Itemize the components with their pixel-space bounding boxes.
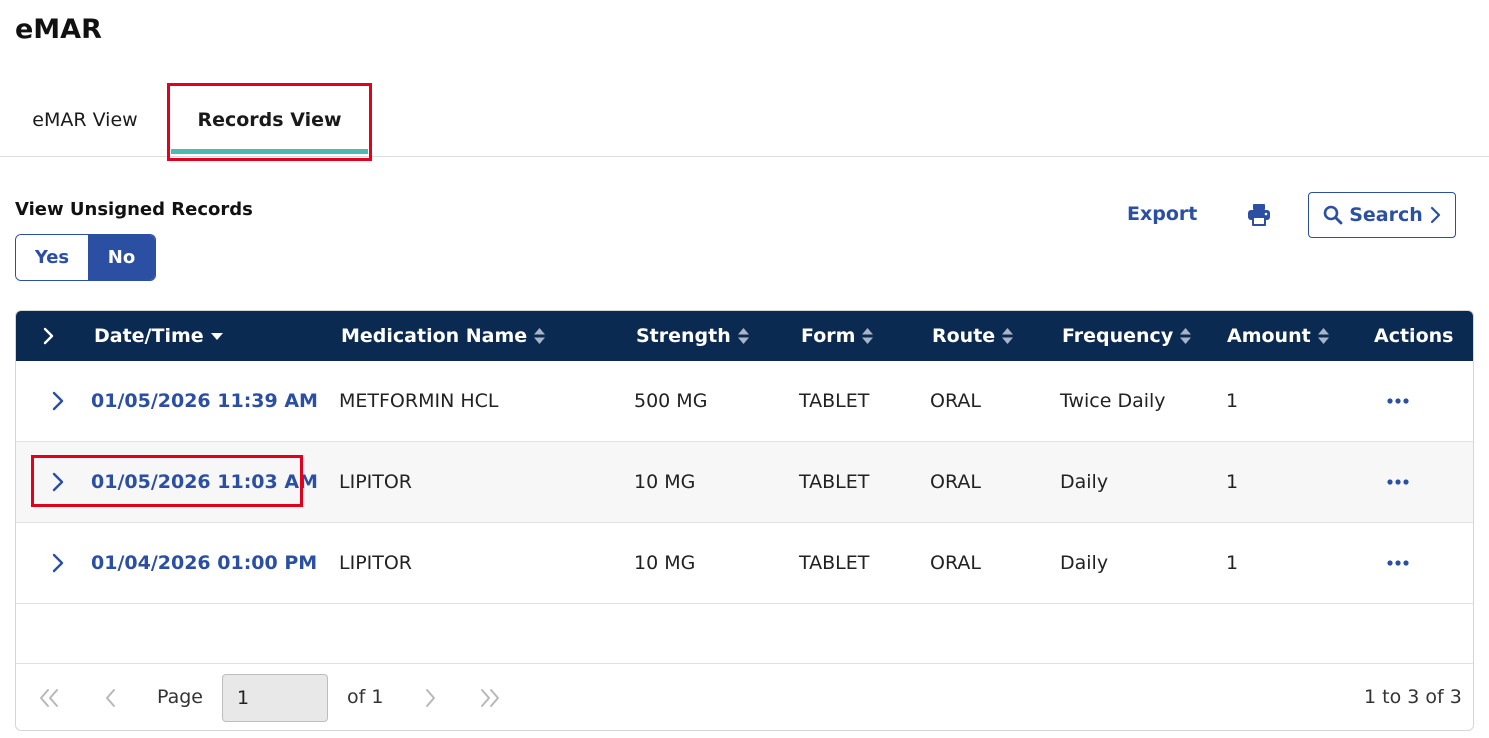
row-frequency: Daily — [1060, 552, 1109, 574]
row-actions-menu-icon[interactable] — [1386, 397, 1410, 405]
row-actions-menu-icon[interactable] — [1386, 478, 1410, 486]
records-count-summary: 1 to 3 of 3 — [1364, 686, 1462, 708]
search-button-label: Search — [1349, 204, 1423, 226]
sort-icon — [861, 326, 874, 346]
tab-records-view-label: Records View — [197, 109, 342, 131]
column-header-route[interactable]: Route — [932, 311, 1014, 361]
column-header-strength-label: Strength — [636, 325, 731, 347]
row-amount: 1 — [1226, 471, 1239, 493]
row-form: TABLET — [799, 552, 870, 574]
unsigned-records-label: View Unsigned Records — [15, 199, 253, 220]
export-button[interactable]: Export — [1127, 203, 1197, 225]
row-datetime-link[interactable]: 01/04/2026 01:00 PM — [91, 523, 317, 603]
page-number-input[interactable] — [222, 674, 328, 722]
sort-icon — [1179, 326, 1192, 346]
table-row: 01/05/2026 11:03 AM LIPITOR 10 MG TABLET… — [16, 442, 1473, 523]
column-header-form[interactable]: Form — [801, 311, 874, 361]
table-row: 01/04/2026 01:00 PM LIPITOR 10 MG TABLET… — [16, 523, 1473, 604]
print-button[interactable] — [1247, 204, 1271, 226]
sort-icon — [1317, 326, 1330, 346]
row-datetime-link[interactable]: 01/05/2026 11:39 AM — [91, 361, 318, 441]
row-amount: 1 — [1226, 552, 1239, 574]
expand-row-chevron-icon[interactable] — [50, 552, 66, 574]
column-header-route-label: Route — [932, 325, 996, 347]
first-page-icon[interactable] — [36, 686, 62, 710]
column-header-datetime[interactable]: Date/Time — [94, 311, 224, 361]
row-route: ORAL — [930, 552, 981, 574]
sort-icon — [1001, 326, 1014, 346]
row-route: ORAL — [930, 390, 981, 412]
row-strength: 500 MG — [634, 390, 708, 412]
printer-icon — [1248, 204, 1270, 226]
page-label: Page — [157, 686, 203, 708]
next-page-icon[interactable] — [417, 686, 443, 710]
chevron-right-icon — [1430, 206, 1440, 224]
records-table: Date/Time Medication Name Strength Form … — [15, 310, 1474, 731]
sort-icon — [533, 326, 546, 346]
previous-page-icon[interactable] — [98, 686, 124, 710]
app-title: eMAR — [15, 14, 102, 45]
column-header-actions: Actions — [1374, 325, 1454, 347]
tab-records-view[interactable]: Records View — [171, 84, 368, 156]
tab-emar-view[interactable]: eMAR View — [18, 84, 152, 156]
column-header-amount-label: Amount — [1227, 325, 1311, 347]
column-header-form-label: Form — [801, 325, 856, 347]
unsigned-records-toggle: Yes No — [15, 234, 156, 281]
row-frequency: Daily — [1060, 471, 1109, 493]
row-form: TABLET — [799, 390, 870, 412]
active-tab-indicator — [171, 149, 368, 154]
expand-row-chevron-icon[interactable] — [50, 390, 66, 412]
row-medication: LIPITOR — [339, 552, 413, 574]
column-header-medication[interactable]: Medication Name — [341, 311, 546, 361]
toggle-yes-button[interactable]: Yes — [16, 235, 88, 280]
sort-icon — [737, 326, 750, 346]
sort-descending-icon — [210, 331, 224, 341]
row-medication: METFORMIN HCL — [339, 390, 499, 412]
search-button[interactable]: Search — [1308, 192, 1456, 238]
pagination-bar: Page of 1 1 to 3 of 3 — [16, 663, 1473, 730]
expand-all-chevron-icon[interactable] — [40, 325, 58, 347]
row-datetime-link[interactable]: 01/05/2026 11:03 AM — [91, 442, 318, 522]
row-amount: 1 — [1226, 390, 1239, 412]
table-row: 01/05/2026 11:39 AM METFORMIN HCL 500 MG… — [16, 361, 1473, 442]
table-header: Date/Time Medication Name Strength Form … — [16, 311, 1473, 361]
column-header-strength[interactable]: Strength — [636, 311, 750, 361]
column-header-frequency-label: Frequency — [1062, 325, 1174, 347]
expand-row-chevron-icon[interactable] — [50, 471, 66, 493]
row-form: TABLET — [799, 471, 870, 493]
page-count-label: of 1 — [347, 686, 384, 708]
column-header-datetime-label: Date/Time — [94, 325, 204, 347]
row-medication: LIPITOR — [339, 471, 413, 493]
view-tabs: eMAR View Records View — [0, 84, 1489, 157]
row-frequency: Twice Daily — [1060, 390, 1166, 412]
last-page-icon[interactable] — [477, 686, 503, 710]
toggle-no-button[interactable]: No — [88, 235, 155, 280]
row-actions-menu-icon[interactable] — [1386, 559, 1410, 567]
row-strength: 10 MG — [634, 471, 696, 493]
column-header-frequency[interactable]: Frequency — [1062, 311, 1192, 361]
column-header-medication-label: Medication Name — [341, 325, 528, 347]
row-route: ORAL — [930, 471, 981, 493]
row-strength: 10 MG — [634, 552, 696, 574]
magnifier-icon — [1323, 205, 1343, 225]
column-header-amount[interactable]: Amount — [1227, 311, 1330, 361]
